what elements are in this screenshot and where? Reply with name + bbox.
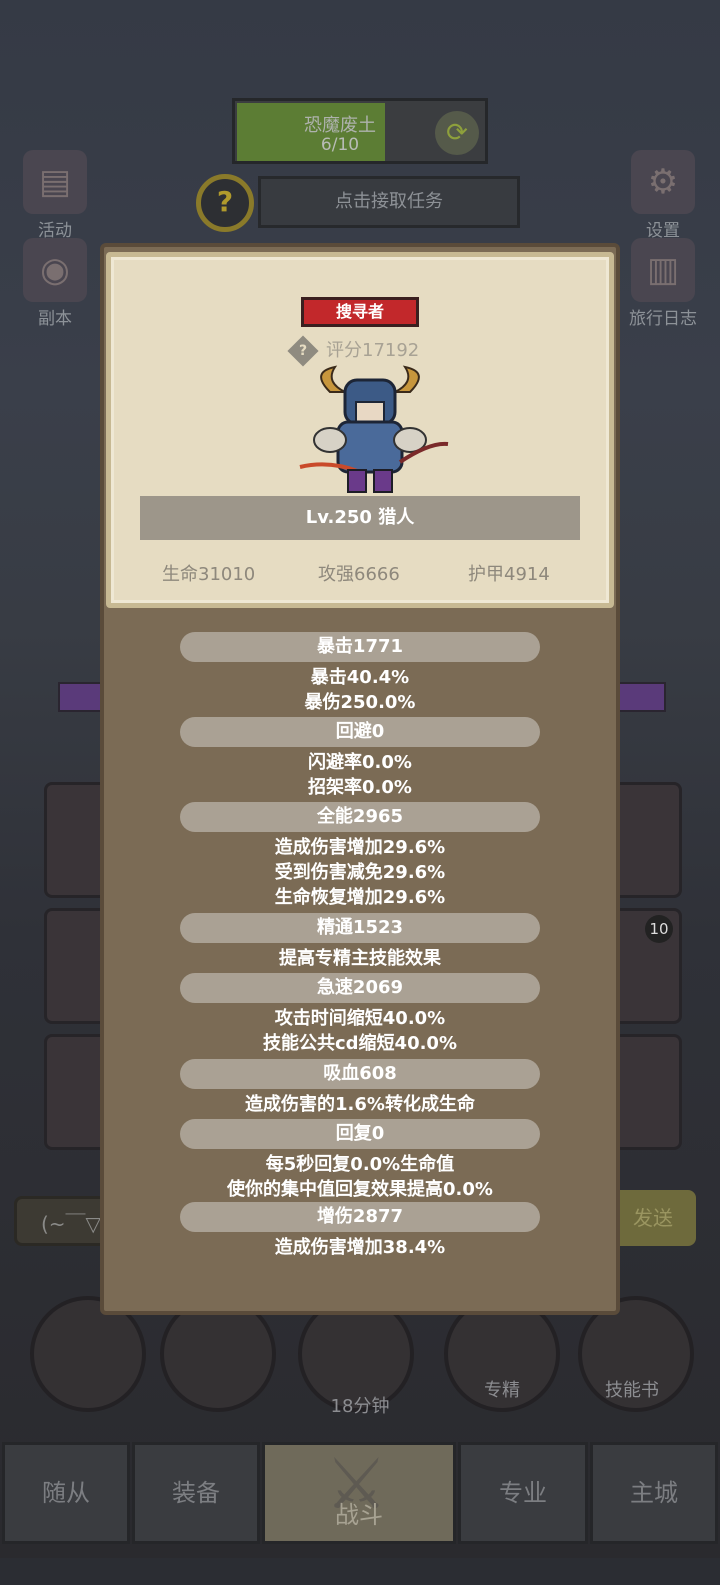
stat-detail: 每5秒回复0.0%生命值 [265, 1154, 455, 1175]
tab-equipment[interactable]: 装备 [132, 1442, 260, 1544]
hunter-portrait [299, 365, 449, 493]
dungeon-icon: ◉ [23, 238, 87, 302]
travel-log-button[interactable]: ▥ 旅行日志 [618, 238, 708, 329]
tab-battle-label: 战斗 [335, 1501, 383, 1529]
zone-progress-bar[interactable]: 恐魔废土 6/10 ⟳ [232, 98, 488, 164]
stat-header: 暴击1771 [180, 632, 540, 662]
dungeon-button[interactable]: ◉ 副本 [10, 238, 100, 329]
score-text: 评分17192 [326, 340, 420, 361]
stat-detail: 攻击时间缩短40.0% [274, 1008, 446, 1029]
zone-name: 恐魔废土 [304, 115, 376, 136]
stat-header: 精通1523 [180, 913, 540, 943]
stat-header: 回复0 [180, 1119, 540, 1149]
stat-detail: 技能公共cd缩短40.0% [262, 1033, 457, 1054]
activity-button[interactable]: ▤ 活动 [10, 150, 100, 241]
stat-detail: 闪避率0.0% [308, 752, 412, 773]
stat-detail: 造成伤害的1.6%转化成生命 [245, 1094, 475, 1115]
tab-profession[interactable]: 专业 [458, 1442, 588, 1544]
tab-battle[interactable]: ⚔ 战斗 [262, 1442, 456, 1544]
stat-header: 增伤2877 [180, 1202, 540, 1232]
hero-title-badge: 搜寻者 [301, 297, 419, 327]
skill-book-label: 技能书 [605, 1380, 659, 1401]
skill-count-badge: 10 [645, 915, 673, 943]
activity-icon: ▤ [23, 150, 87, 214]
stat-detail: 造成伤害增加29.6% [274, 837, 446, 858]
stat-detail: 造成伤害增加38.4% [274, 1237, 446, 1258]
score-row: ? 评分17192 [287, 335, 452, 367]
settings-button[interactable]: ⚙ 设置 [618, 150, 708, 241]
stat-detail: 招架率0.0% [308, 777, 412, 798]
life-stat: 生命31010 [162, 564, 256, 585]
gear-icon: ⚙ [631, 150, 695, 214]
refresh-icon[interactable]: ⟳ [435, 111, 479, 155]
stat-detail: 暴击40.4% [310, 667, 410, 688]
stat-detail: 提高专精主技能效果 [279, 948, 441, 969]
stat-header: 吸血608 [180, 1059, 540, 1089]
specialization-label: 专精 [484, 1380, 520, 1401]
stat-header: 急速2069 [180, 973, 540, 1003]
chest-timer: 18分钟 [330, 1396, 390, 1417]
xp-bar-right [616, 682, 666, 712]
book-icon: ▥ [631, 238, 695, 302]
stat-header: 全能2965 [180, 802, 540, 832]
travel-log-label: 旅行日志 [629, 309, 697, 329]
hero-level-name: Lv.250 猎人 [140, 496, 580, 540]
quest-help-icon[interactable]: ? [196, 174, 254, 232]
tab-main-city[interactable]: 主城 [590, 1442, 718, 1544]
attack-stat: 攻强6666 [318, 564, 400, 585]
zone-progress-text: 6/10 [320, 135, 360, 155]
stat-detail: 使你的集中值回复效果提高0.0% [227, 1179, 493, 1200]
stat-detail: 生命恢复增加29.6% [274, 887, 446, 908]
tab-followers[interactable]: 随从 [2, 1442, 130, 1544]
send-button[interactable]: 发送 [610, 1190, 696, 1246]
accept-quest-button[interactable]: 点击接取任务 [258, 176, 520, 228]
dungeon-label: 副本 [38, 309, 72, 329]
stat-detail: 暴伤250.0% [304, 692, 416, 713]
armor-stat: 护甲4914 [468, 564, 550, 585]
stat-header: 回避0 [180, 717, 540, 747]
stat-detail: 受到伤害减免29.6% [274, 862, 446, 883]
